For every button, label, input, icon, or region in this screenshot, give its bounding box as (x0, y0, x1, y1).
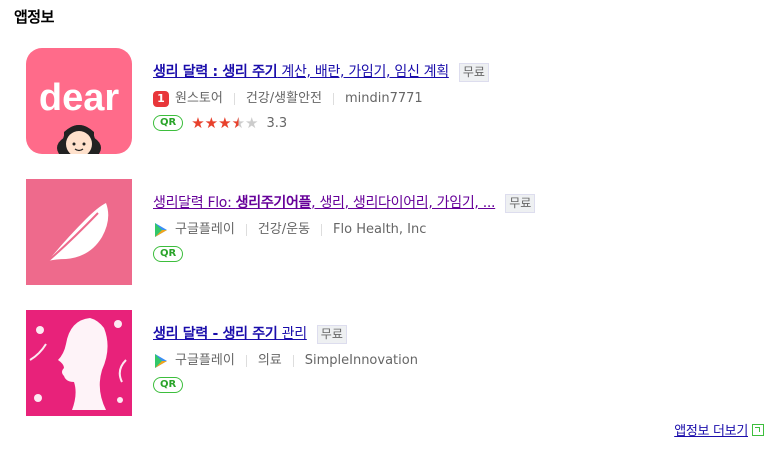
title-rest: 관리 (277, 326, 307, 342)
woman-profile-icon (26, 310, 132, 416)
free-badge: 무료 (505, 193, 536, 213)
store-name: 구글플레이 (175, 353, 235, 368)
category: 의료 (257, 353, 282, 368)
app-item: 생리 달력 - 생리 주기 관리 무료 구글플레이 의료 SimpleInnova… (26, 310, 766, 417)
title-bold: 생리 달력 : 생리 주기 (153, 64, 278, 80)
more-label: 앱정보 더보기 (674, 424, 748, 439)
app-title-link[interactable]: 생리달력 Flo: 생리주기어플, 생리, 생리다이어리, 가임기, ... (153, 195, 495, 211)
title-rest: , 생리, 생리다이어리, 가임기, ... (311, 195, 496, 211)
title-bold: 생리 달력 (153, 326, 208, 342)
app-icon-period[interactable] (26, 310, 132, 416)
developer: mindin7771 (344, 91, 423, 106)
title-bold: 생리주기어플 (235, 195, 312, 211)
divider (332, 93, 334, 105)
app-icon-flo[interactable] (26, 179, 132, 285)
star-icon: ★ (218, 113, 232, 132)
store-name: 원스토어 (175, 91, 223, 106)
title-bold: 생리 주기 (222, 326, 278, 342)
more-apps-link[interactable]: 앱정보 더보기 (674, 420, 764, 439)
developer: Flo Health, Inc (333, 222, 427, 237)
app-title-link[interactable]: 생리 달력 : 생리 주기 계산, 배란, 가임기, 임신 계획 (153, 64, 449, 80)
divider (245, 224, 247, 236)
free-badge: 무료 (316, 324, 347, 344)
section-title: 앱정보 (14, 8, 54, 26)
google-play-icon (153, 353, 169, 369)
star-empty-icon: ★ (245, 113, 259, 132)
developer: SimpleInnovation (304, 353, 418, 368)
divider (292, 355, 294, 367)
dear-icon: dear (26, 48, 132, 154)
external-link-icon (752, 423, 764, 436)
app-item: 생리달력 Flo: 생리주기어플, 생리, 생리다이어리, 가임기, ... 무료… (26, 179, 766, 286)
store-name: 구글플레이 (175, 222, 235, 237)
qr-button[interactable]: QR (153, 246, 184, 262)
app-item: dear 생리 달력 : 생리 주기 계산, 배란, 가임기, 임신 계획 무료 … (26, 48, 766, 155)
onestore-icon: 1 (153, 91, 169, 107)
free-badge: 무료 (458, 62, 489, 82)
google-play-icon (153, 222, 169, 238)
star-icon: ★ (191, 113, 205, 132)
star-icon: ★ (204, 113, 219, 132)
title-rest: 계산, 배란, 가임기, 임신 계획 (277, 64, 449, 80)
category: 건강/운동 (257, 222, 311, 237)
rating-value: 3.3 (266, 115, 288, 131)
rating-stars: ★ ★ ★ ★ ★ (191, 113, 259, 132)
title-mid: - (207, 326, 223, 342)
app-title-link[interactable]: 생리 달력 - 생리 주기 관리 (153, 326, 307, 342)
app-icon-dear[interactable]: dear (26, 48, 132, 154)
star-half-icon: ★ (231, 113, 246, 132)
qr-button[interactable]: QR (153, 115, 184, 131)
title-prefix: 생리달력 Flo: (153, 195, 236, 211)
feather-icon (26, 179, 132, 285)
divider (321, 224, 323, 236)
qr-button[interactable]: QR (153, 377, 184, 393)
divider (233, 93, 235, 105)
category: 건강/생활안전 (245, 91, 322, 106)
icon-text: dear (39, 77, 119, 119)
divider (245, 355, 247, 367)
